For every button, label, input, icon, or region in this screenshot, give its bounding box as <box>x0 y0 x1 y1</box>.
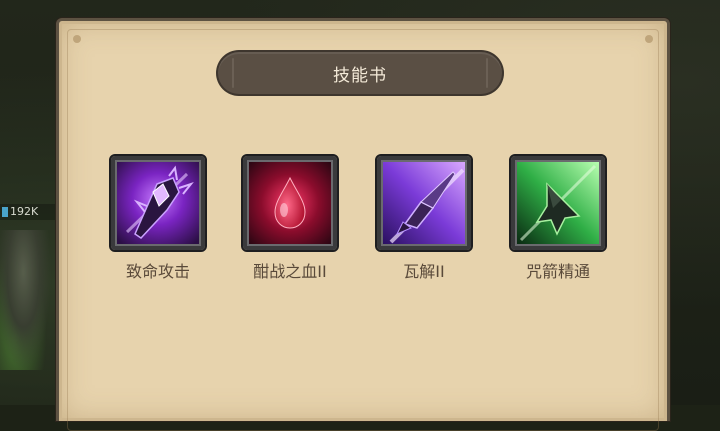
side-character-figure <box>0 230 52 370</box>
skill-label: 咒箭精通 <box>525 262 590 281</box>
side-unit-hp: 192K <box>0 204 56 220</box>
skill-icon-frame[interactable] <box>109 154 207 252</box>
purple-spear-icon <box>383 162 465 244</box>
corner-rivet-icon <box>645 35 653 43</box>
green-arrowhead-icon <box>517 162 599 244</box>
skill-card-4[interactable]: 咒箭精通 <box>508 154 608 282</box>
skill-card-3[interactable]: 瓦解II <box>374 154 474 282</box>
skill-label: 瓦解II <box>403 262 445 281</box>
blood-drop-icon <box>249 162 331 244</box>
skill-icon-frame[interactable] <box>375 154 473 252</box>
title-banner: 技能书 <box>218 52 502 94</box>
side-hp-text: 192K <box>10 205 39 218</box>
skill-icon-frame[interactable] <box>241 154 339 252</box>
skill-card-2[interactable]: 酣战之血II <box>240 154 340 282</box>
corner-rivet-icon <box>73 35 81 43</box>
skill-label: 酣战之血II <box>253 262 327 281</box>
panel-title: 技能书 <box>333 65 387 86</box>
skill-icon-frame[interactable] <box>509 154 607 252</box>
skill-card-1[interactable]: 致命攻击 <box>108 154 208 282</box>
skill-label: 致命攻击 <box>125 262 190 281</box>
purple-spiked-mace-icon <box>117 162 199 244</box>
hp-bar-icon <box>2 207 8 217</box>
